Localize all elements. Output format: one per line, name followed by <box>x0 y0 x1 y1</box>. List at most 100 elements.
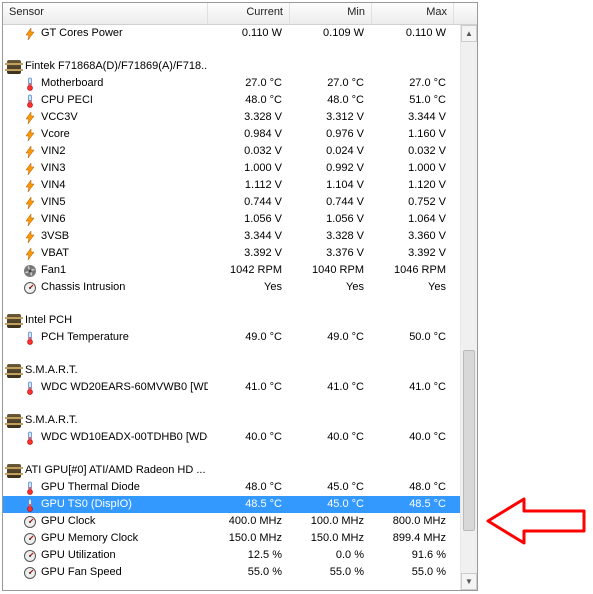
value-min: 0.109 W <box>290 25 372 42</box>
sensor-label: VCC3V <box>41 109 78 126</box>
sensor-row[interactable]: GPU Memory Clock150.0 MHz150.0 MHz899.4 … <box>3 530 460 547</box>
value-current: 3.328 V <box>208 109 290 126</box>
group-row[interactable]: ATI GPU[#0] ATI/AMD Radeon HD ... <box>3 462 460 479</box>
value-max: 899.4 MHz <box>372 530 454 547</box>
therm-icon <box>23 331 37 345</box>
sensor-label: WDC WD20EARS-60MVWB0 [WD-W... <box>41 379 208 396</box>
value-current: 400.0 MHz <box>208 513 290 530</box>
sensor-row[interactable]: GPU TS0 (DispIO) 48.5 °C45.0 °C48.5 °C <box>3 496 460 513</box>
value-current: 1042 RPM <box>208 262 290 279</box>
gauge-icon <box>23 515 37 529</box>
value-min: 41.0 °C <box>290 379 372 396</box>
therm-icon <box>23 94 37 108</box>
col-header-sensor[interactable]: Sensor <box>3 3 208 24</box>
col-header-current[interactable]: Current <box>208 3 290 24</box>
group-row[interactable]: Intel PCH <box>3 312 460 329</box>
value-current: 1.056 V <box>208 211 290 228</box>
value-current: 41.0 °C <box>208 379 290 396</box>
value-current: 0.984 V <box>208 126 290 143</box>
fan-icon <box>23 264 37 278</box>
sensor-label: GPU Memory Clock <box>41 530 138 547</box>
sensor-row[interactable]: Vcore0.984 V0.976 V1.160 V <box>3 126 460 143</box>
sensor-row[interactable]: VIN61.056 V1.056 V1.064 V <box>3 211 460 228</box>
sensor-row[interactable]: WDC WD10EADX-00TDHB0 [WD-W...40.0 °C40.0… <box>3 429 460 446</box>
value-current: 12.5 % <box>208 547 290 564</box>
sensor-label: GPU Utilization <box>41 547 116 564</box>
value-min: 3.376 V <box>290 245 372 262</box>
value-min: 100.0 MHz <box>290 513 372 530</box>
value-min: 45.0 °C <box>290 479 372 496</box>
sensor-row[interactable]: WDC WD20EARS-60MVWB0 [WD-W...41.0 °C41.0… <box>3 379 460 396</box>
sensor-row[interactable]: PCH Temperature49.0 °C49.0 °C50.0 °C <box>3 329 460 346</box>
value-max: 1.000 V <box>372 160 454 177</box>
value-current: 49.0 °C <box>208 329 290 346</box>
sensor-row[interactable]: VIN41.112 V1.104 V1.120 V <box>3 177 460 194</box>
scroll-track[interactable] <box>461 42 477 573</box>
sensor-label: CPU PECI <box>41 92 93 109</box>
sensor-row[interactable]: GPU Clock400.0 MHz100.0 MHz800.0 MHz <box>3 513 460 530</box>
sensor-label: GPU Thermal Diode <box>41 479 140 496</box>
sensor-row[interactable]: Fan11042 RPM1040 RPM1046 RPM <box>3 262 460 279</box>
value-current: Yes <box>208 279 290 296</box>
sensor-row[interactable]: VCC3V3.328 V3.312 V3.344 V <box>3 109 460 126</box>
value-current: 48.5 °C <box>208 496 290 513</box>
value-max: 800.0 MHz <box>372 513 454 530</box>
sensor-row[interactable]: 3VSB3.344 V3.328 V3.360 V <box>3 228 460 245</box>
sensor-row[interactable]: CPU PECI48.0 °C48.0 °C51.0 °C <box>3 92 460 109</box>
sensor-row[interactable]: GPU Utilization12.5 %0.0 %91.6 % <box>3 547 460 564</box>
sensor-label: VBAT <box>41 245 69 262</box>
value-min: Yes <box>290 279 372 296</box>
sensor-row[interactable]: VIN31.000 V0.992 V1.000 V <box>3 160 460 177</box>
group-row[interactable]: S.M.A.R.T. <box>3 412 460 429</box>
sensor-label: GPU TS0 (DispIO) <box>41 496 132 513</box>
vertical-scrollbar[interactable]: ▲ ▼ <box>460 25 477 590</box>
value-max: 0.110 W <box>372 25 454 42</box>
value-max: 48.5 °C <box>372 496 454 513</box>
therm-icon <box>23 481 37 495</box>
value-min: 1.104 V <box>290 177 372 194</box>
value-max: 40.0 °C <box>372 429 454 446</box>
sensor-row[interactable]: VBAT3.392 V3.376 V3.392 V <box>3 245 460 262</box>
scroll-thumb[interactable] <box>463 350 475 531</box>
sensor-label: GPU Fan Speed <box>41 564 122 581</box>
group-label: S.M.A.R.T. <box>25 412 78 429</box>
sensor-row[interactable]: GPU Thermal Diode48.0 °C45.0 °C48.0 °C <box>3 479 460 496</box>
sensor-label: Motherboard <box>41 75 103 92</box>
value-min: 48.0 °C <box>290 92 372 109</box>
sensor-label: VIN3 <box>41 160 65 177</box>
value-max: 27.0 °C <box>372 75 454 92</box>
sensor-label: VIN5 <box>41 194 65 211</box>
sensor-row[interactable]: GPU Fan Speed55.0 %55.0 %55.0 % <box>3 564 460 581</box>
group-row[interactable]: Fintek F71868A(D)/F71869(A)/F718... <box>3 58 460 75</box>
chip-icon <box>7 414 21 428</box>
value-max: 0.032 V <box>372 143 454 160</box>
value-max: 3.360 V <box>372 228 454 245</box>
gauge-icon <box>23 281 37 295</box>
value-max: 50.0 °C <box>372 329 454 346</box>
col-header-max[interactable]: Max <box>372 3 454 24</box>
bolt-icon <box>23 196 37 210</box>
sensor-rows[interactable]: GT Cores Power0.110 W0.109 W0.110 W Finte… <box>3 25 460 590</box>
column-header[interactable]: Sensor Current Min Max <box>3 3 477 25</box>
col-header-min[interactable]: Min <box>290 3 372 24</box>
gauge-icon <box>23 532 37 546</box>
value-min: 45.0 °C <box>290 496 372 513</box>
sensor-row[interactable]: VIN50.744 V0.744 V0.752 V <box>3 194 460 211</box>
chip-icon <box>7 60 21 74</box>
sensor-row[interactable]: GT Cores Power0.110 W0.109 W0.110 W <box>3 25 460 42</box>
value-min: 1.056 V <box>290 211 372 228</box>
gauge-icon <box>23 549 37 563</box>
value-current: 1.112 V <box>208 177 290 194</box>
value-min: 0.024 V <box>290 143 372 160</box>
value-max: 1.160 V <box>372 126 454 143</box>
sensor-row[interactable]: Chassis IntrusionYesYesYes <box>3 279 460 296</box>
scroll-up-button[interactable]: ▲ <box>461 25 477 42</box>
value-max: 41.0 °C <box>372 379 454 396</box>
value-min: 0.744 V <box>290 194 372 211</box>
sensor-row[interactable]: VIN20.032 V0.024 V0.032 V <box>3 143 460 160</box>
group-row[interactable]: S.M.A.R.T. <box>3 362 460 379</box>
value-current: 3.344 V <box>208 228 290 245</box>
value-min: 3.312 V <box>290 109 372 126</box>
scroll-down-button[interactable]: ▼ <box>461 573 477 590</box>
sensor-row[interactable]: Motherboard27.0 °C27.0 °C27.0 °C <box>3 75 460 92</box>
